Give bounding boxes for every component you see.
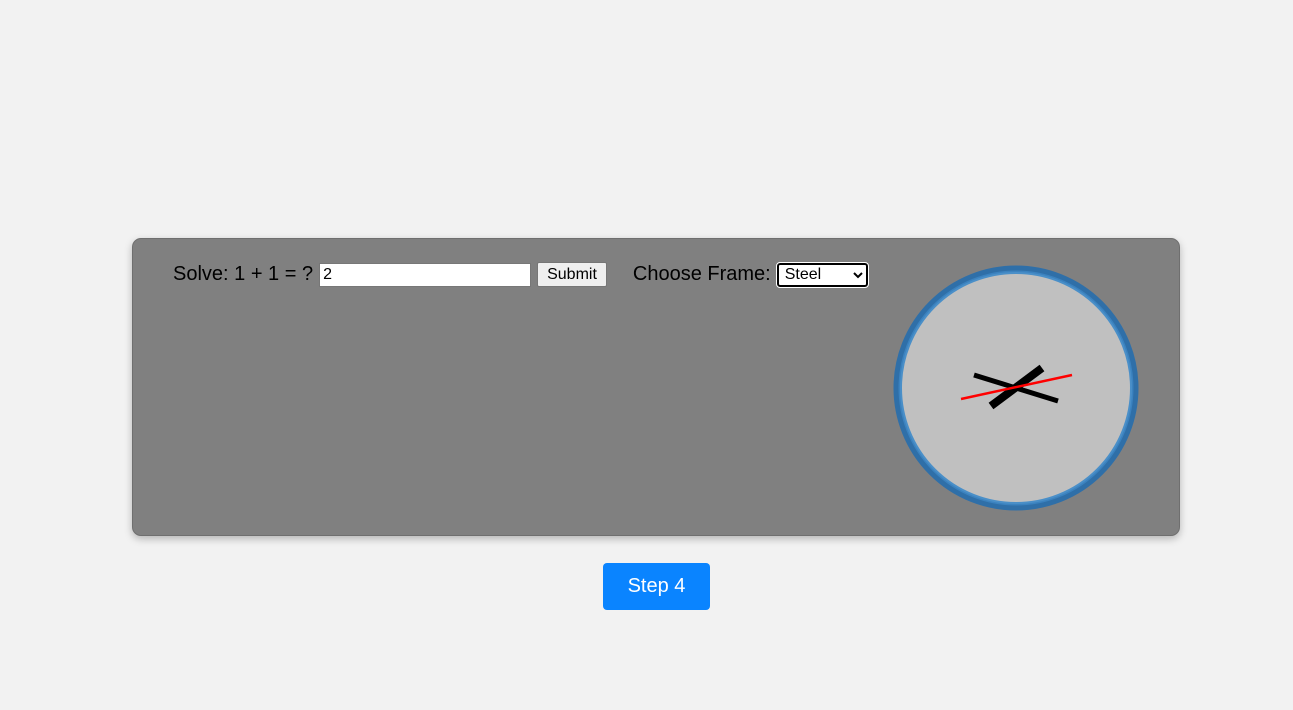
submit-button[interactable]: Submit	[537, 262, 607, 287]
captcha-panel: Solve: 1 + 1 = ? Submit Choose Frame: St…	[132, 238, 1180, 536]
clock	[893, 265, 1139, 511]
frame-label: Choose Frame:	[632, 263, 771, 285]
step-4-button[interactable]: Step 4	[603, 563, 710, 610]
controls-row: Solve: 1 + 1 = ? Submit Choose Frame: St…	[173, 261, 869, 288]
math-question-label: Solve: 1 + 1 = ?	[173, 263, 314, 285]
answer-input[interactable]	[319, 262, 532, 287]
frame-select[interactable]: Steel	[775, 261, 869, 288]
